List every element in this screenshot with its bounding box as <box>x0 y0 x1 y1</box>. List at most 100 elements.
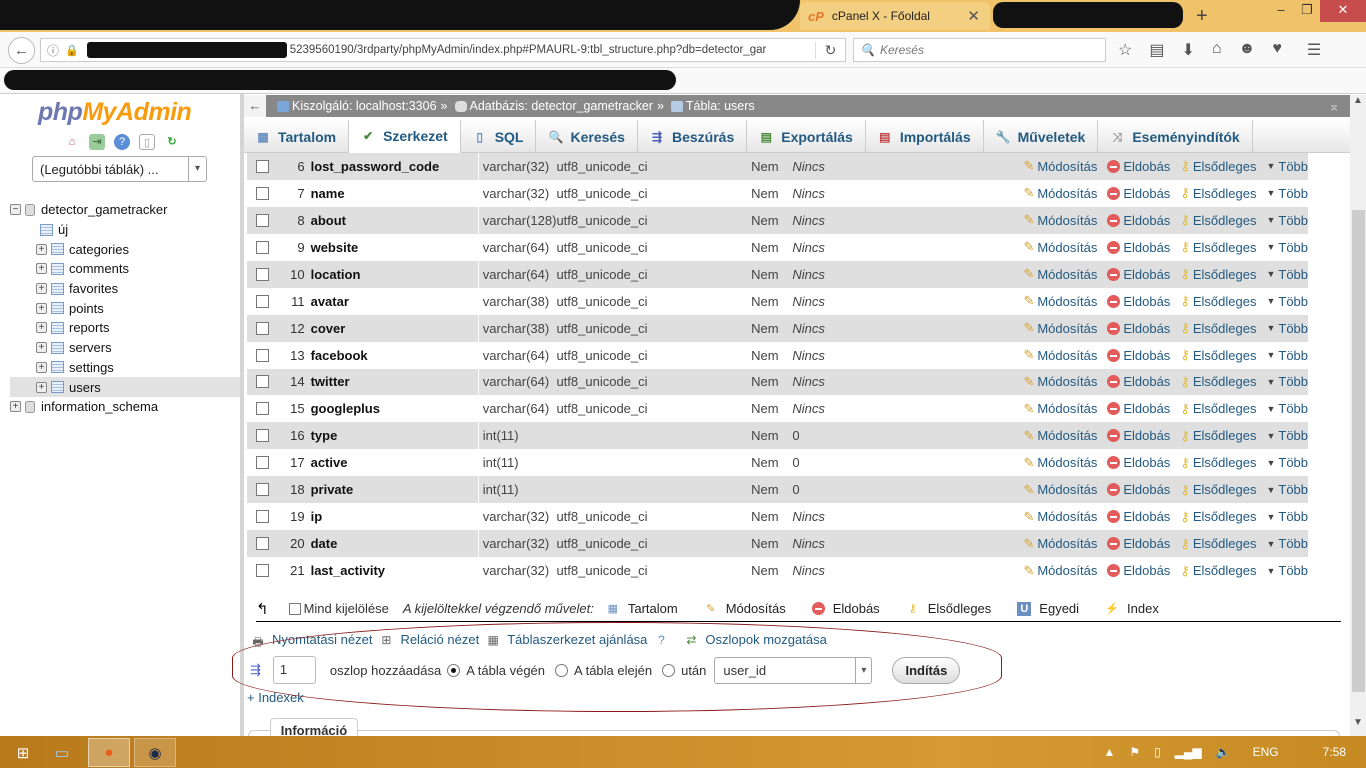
volume-icon[interactable]: 🔈 <box>1216 745 1231 759</box>
column-name[interactable]: type <box>311 428 478 443</box>
change-action[interactable]: ✎ Módosítás <box>1023 212 1097 228</box>
tree-new-table[interactable]: új <box>10 220 240 240</box>
hello-icon[interactable]: ☻ <box>1239 40 1256 60</box>
more-action[interactable]: ▼ Több <box>1266 347 1308 363</box>
row-checkbox[interactable] <box>256 159 269 173</box>
indexes-toggle-link[interactable]: + Indexek <box>247 690 304 705</box>
tree-table[interactable]: + points <box>10 298 240 318</box>
drop-action[interactable]: Eldobás <box>1107 482 1170 498</box>
bulk-drop-button[interactable]: Eldobás <box>811 601 880 616</box>
row-checkbox[interactable] <box>256 456 269 470</box>
tab-triggers[interactable]: ⤨ Eseményindítók <box>1098 120 1253 153</box>
reading-list-icon[interactable]: ▤ <box>1149 40 1164 60</box>
more-action[interactable]: ▼ Több <box>1266 509 1308 525</box>
tree-label[interactable]: detector_gametracker <box>41 202 167 217</box>
drop-action[interactable]: Eldobás <box>1107 347 1170 363</box>
tab-search[interactable]: 🔍 Keresés <box>536 120 638 153</box>
radio-end-label[interactable]: A tábla végén <box>466 663 545 678</box>
primary-action[interactable]: ⚷ Elsődleges <box>1180 563 1256 579</box>
row-checkbox[interactable] <box>256 537 269 551</box>
column-name[interactable]: private <box>311 482 478 497</box>
tree-db-detector-gametracker[interactable]: − detector_gametracker <box>10 200 240 220</box>
network-signal-icon[interactable]: ▂▄▆ <box>1175 745 1202 759</box>
tree-label[interactable]: új <box>58 222 68 237</box>
tree-table[interactable]: + servers <box>10 338 240 358</box>
expand-icon[interactable]: + <box>10 401 21 413</box>
menu-icon[interactable]: ☰ <box>1307 40 1321 60</box>
bookmark-star-icon[interactable]: ☆ <box>1118 40 1132 60</box>
tree-table[interactable]: + favorites <box>10 279 240 299</box>
clock[interactable]: 7:58 <box>1323 745 1346 759</box>
scroll-thumb[interactable] <box>1352 210 1365 692</box>
change-action[interactable]: ✎ Módosítás <box>1023 293 1097 309</box>
primary-action[interactable]: ⚷ Elsődleges <box>1180 239 1256 255</box>
expand-icon[interactable]: + <box>36 243 47 255</box>
primary-action[interactable]: ⚷ Elsődleges <box>1180 212 1256 228</box>
column-name[interactable]: about <box>311 213 478 228</box>
tree-label[interactable]: information_schema <box>41 399 158 414</box>
drop-action[interactable]: Eldobás <box>1107 293 1170 309</box>
move-columns-link[interactable]: Oszlopok mozgatása <box>705 632 826 647</box>
reload-icon[interactable]: ↻ <box>164 134 180 150</box>
home-icon[interactable]: ⌂ <box>64 134 80 150</box>
new-tab-button[interactable]: + <box>1196 5 1208 28</box>
url-bar[interactable]: ⓘ 🔒 5239560190/3rdparty/phpMyAdmin/index… <box>40 38 846 62</box>
drop-action[interactable]: Eldobás <box>1107 158 1170 174</box>
change-action[interactable]: ✎ Módosítás <box>1023 482 1097 498</box>
tree-table-selected[interactable]: + users <box>10 377 240 397</box>
bulk-index-button[interactable]: ⚡ Index <box>1105 601 1159 616</box>
browser-tab-active[interactable]: cP cPanel X - Főoldal ✕ <box>800 2 990 30</box>
tab-sql[interactable]: ▯ SQL <box>461 120 537 153</box>
expand-icon[interactable]: + <box>36 381 47 393</box>
battery-icon[interactable]: ▯ <box>1154 745 1161 759</box>
row-checkbox[interactable] <box>256 402 269 416</box>
drop-action[interactable]: Eldobás <box>1107 212 1170 228</box>
change-action[interactable]: ✎ Módosítás <box>1023 266 1097 282</box>
tray-expand-icon[interactable]: ▲ <box>1103 745 1115 759</box>
firefox-taskbar-icon[interactable]: ● <box>88 738 130 767</box>
expand-icon[interactable]: + <box>36 322 47 334</box>
row-checkbox[interactable] <box>256 510 269 524</box>
select-all-checkbox[interactable] <box>288 602 301 615</box>
row-checkbox[interactable] <box>256 375 269 389</box>
column-count-input[interactable]: 1 <box>272 656 316 684</box>
language-indicator[interactable]: ENG <box>1253 745 1279 759</box>
row-checkbox[interactable] <box>256 267 269 281</box>
change-action[interactable]: ✎ Módosítás <box>1023 563 1097 579</box>
change-action[interactable]: ✎ Módosítás <box>1023 509 1097 525</box>
drop-action[interactable]: Eldobás <box>1107 563 1170 579</box>
phpmyadmin-logo[interactable]: phpMyAdmin <box>38 98 192 127</box>
docs-icon[interactable]: ▯ <box>139 134 155 150</box>
more-action[interactable]: ▼ Több <box>1266 374 1308 390</box>
browser-search-input[interactable]: 🔍 Keresés <box>853 38 1106 62</box>
tree-label[interactable]: favorites <box>69 281 118 296</box>
tree-label[interactable]: comments <box>69 261 129 276</box>
tree-table[interactable]: + categories <box>10 239 240 259</box>
help-icon[interactable]: ? <box>114 134 130 150</box>
back-button[interactable]: ← <box>8 37 35 64</box>
column-name[interactable]: last_activity <box>311 563 478 578</box>
maximize-button[interactable]: ❐ <box>1294 0 1320 22</box>
steam-taskbar-icon[interactable]: ◉ <box>134 738 176 767</box>
row-checkbox[interactable] <box>256 564 269 578</box>
more-action[interactable]: ▼ Több <box>1266 401 1308 417</box>
column-name[interactable]: avatar <box>311 294 478 309</box>
print-view-link[interactable]: Nyomtatási nézet <box>272 632 372 647</box>
more-action[interactable]: ▼ Több <box>1266 293 1308 309</box>
tab-export[interactable]: ▤ Exportálás <box>747 120 866 153</box>
tab-structure[interactable]: ✔ Szerkezet <box>349 120 461 153</box>
tab-insert[interactable]: ⇶ Beszúrás <box>638 120 748 153</box>
tree-label[interactable]: reports <box>69 320 109 335</box>
select-all-label[interactable]: Mind kijelölése <box>304 601 389 616</box>
more-action[interactable]: ▼ Több <box>1266 536 1308 552</box>
drop-action[interactable]: Eldobás <box>1107 374 1170 390</box>
tree-label[interactable]: points <box>69 301 104 316</box>
change-action[interactable]: ✎ Módosítás <box>1023 185 1097 201</box>
more-action[interactable]: ▼ Több <box>1266 455 1308 471</box>
change-action[interactable]: ✎ Módosítás <box>1023 428 1097 444</box>
radio-after-column[interactable] <box>662 663 676 677</box>
primary-action[interactable]: ⚷ Elsődleges <box>1180 158 1256 174</box>
close-tab-icon[interactable]: ✕ <box>967 7 980 25</box>
bulk-change-button[interactable]: ✎ Módosítás <box>704 601 786 616</box>
breadcrumb-database[interactable]: Adatbázis: detector_gametracker <box>470 99 653 113</box>
